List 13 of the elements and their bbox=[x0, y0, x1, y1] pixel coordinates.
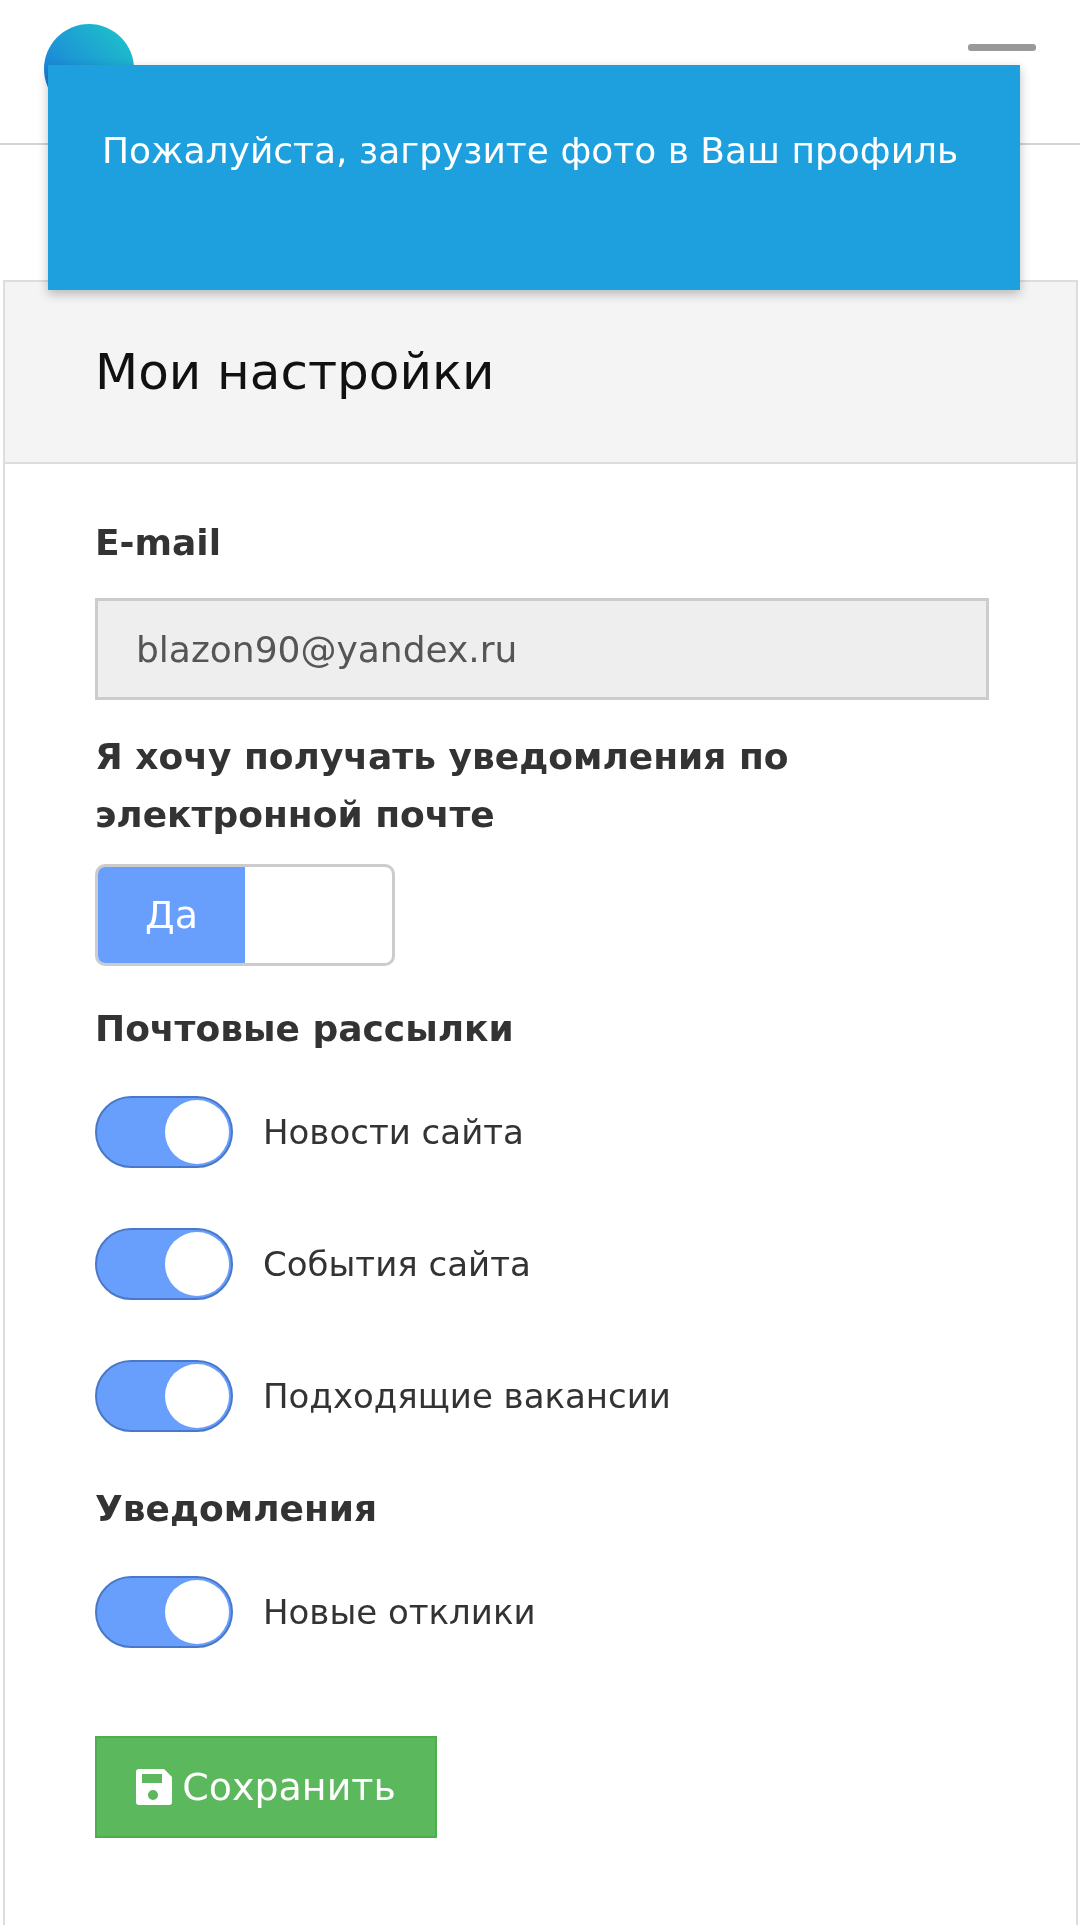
page-title: Мои настройки bbox=[95, 343, 495, 401]
upload-photo-notification: Пожалуйста, загрузите фото в Ваш профиль bbox=[48, 65, 1020, 290]
switch-label: Подходящие вакансии bbox=[263, 1376, 671, 1416]
toggle-option[interactable]: Да bbox=[98, 867, 245, 963]
save-button[interactable]: Сохранить bbox=[95, 1736, 437, 1838]
email-notifications-label: Я хочу получать уведомления по электронной почте bbox=[95, 735, 790, 837]
switch-label: Новые отклики bbox=[263, 1592, 536, 1632]
email-notifications-toggle[interactable]: Да bbox=[95, 864, 395, 966]
section-title: Уведомления bbox=[95, 1487, 379, 1531]
switch-label: Новости сайта bbox=[263, 1112, 524, 1152]
switch-label: События сайта bbox=[263, 1244, 531, 1284]
email-label: E-mail bbox=[95, 521, 223, 565]
section-title: Почтовые рассылки bbox=[95, 1007, 515, 1051]
